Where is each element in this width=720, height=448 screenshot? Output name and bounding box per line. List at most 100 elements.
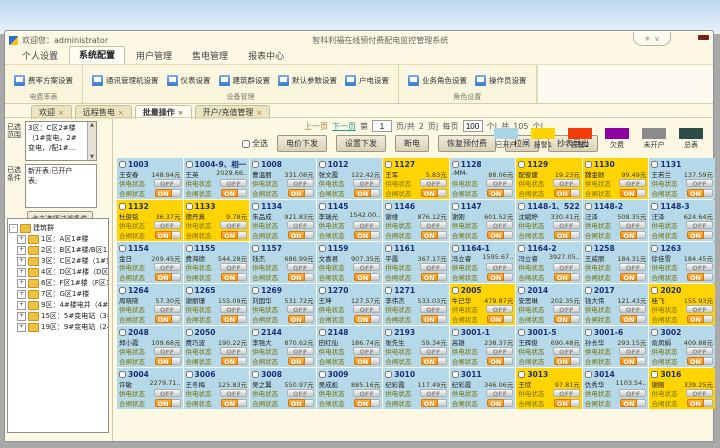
switch-toggle[interactable]: ON [288, 189, 314, 197]
next-page-link[interactable]: 下一页 [332, 121, 356, 132]
supply-off-button[interactable]: OFF [287, 263, 314, 271]
switch-toggle[interactable]: ON [620, 399, 646, 407]
card-checkbox[interactable] [119, 161, 126, 168]
switch-off-segment[interactable] [172, 315, 181, 323]
switch-on-button[interactable]: ON [288, 231, 305, 239]
meter-card-1263[interactable]: 1263徐佳雪184.45元供电状态OFF合闸状态ON [649, 242, 715, 283]
supply-off-button[interactable]: OFF [619, 389, 646, 397]
card-checkbox[interactable] [452, 161, 459, 168]
switch-off-segment[interactable] [172, 273, 181, 281]
ribbon-button-通讯管理机设置[interactable]: 通讯管理机设置 [88, 75, 163, 86]
switch-on-button[interactable]: ON [155, 231, 172, 239]
meter-card-1157[interactable]: 1157钱杰686.99元供电状态OFF合闸状态ON [250, 242, 316, 283]
card-checkbox[interactable] [186, 329, 193, 336]
card-checkbox[interactable] [319, 371, 326, 378]
card-checkbox[interactable] [252, 329, 259, 336]
supply-off-button[interactable]: OFF [353, 263, 380, 271]
switch-toggle[interactable]: ON [421, 315, 447, 323]
switch-on-button[interactable]: ON [155, 357, 172, 365]
card-checkbox[interactable] [651, 329, 658, 336]
card-checkbox[interactable] [385, 287, 392, 294]
switch-on-button[interactable]: ON [554, 315, 571, 323]
card-checkbox[interactable] [651, 203, 658, 210]
switch-toggle[interactable]: ON [487, 273, 513, 281]
card-checkbox[interactable] [452, 203, 459, 210]
supply-off-button[interactable]: OFF [553, 221, 580, 229]
supply-off-button[interactable]: OFF [553, 179, 580, 187]
card-checkbox[interactable] [319, 203, 326, 210]
switch-on-button[interactable]: ON [687, 315, 704, 323]
menu-item-用户管理[interactable]: 用户管理 [127, 48, 181, 64]
menu-item-系统配置[interactable]: 系统配置 [69, 46, 125, 64]
card-checkbox[interactable] [119, 287, 126, 294]
switch-off-segment[interactable] [704, 315, 713, 323]
switch-toggle[interactable]: ON [288, 315, 314, 323]
meter-card-1148-2[interactable]: 1148-2汪泽508.35元供电状态OFF合闸状态ON [583, 200, 649, 241]
switch-on-button[interactable]: ON [354, 315, 371, 323]
supply-off-button[interactable]: OFF [287, 179, 314, 187]
meter-card-1131[interactable]: 1131王若兰137.59元供电状态OFF合闸状态ON [649, 158, 715, 199]
card-checkbox[interactable] [518, 329, 525, 336]
meter-card-1161[interactable]: 1161平霞367.17元供电状态OFF合闸状态ON [383, 242, 449, 283]
card-checkbox[interactable] [119, 245, 126, 252]
supply-off-button[interactable]: OFF [553, 305, 580, 313]
switch-toggle[interactable]: ON [554, 273, 580, 281]
supply-off-button[interactable]: OFF [553, 347, 580, 355]
switch-toggle[interactable]: ON [687, 231, 713, 239]
supply-off-button[interactable]: OFF [420, 179, 447, 187]
card-checkbox[interactable] [518, 161, 525, 168]
card-checkbox[interactable] [452, 371, 459, 378]
switch-on-button[interactable]: ON [687, 357, 704, 365]
supply-off-button[interactable]: OFF [287, 305, 314, 313]
switch-off-segment[interactable] [637, 231, 646, 239]
card-checkbox[interactable] [252, 287, 259, 294]
switch-toggle[interactable]: ON [155, 273, 181, 281]
card-checkbox[interactable] [452, 245, 459, 252]
meter-card-1127[interactable]: 1127王军5.83元供电状态OFF合闸状态ON [383, 158, 449, 199]
switch-toggle[interactable]: ON [354, 315, 380, 323]
supply-off-button[interactable]: OFF [420, 389, 447, 397]
supply-off-button[interactable]: OFF [420, 221, 447, 229]
switch-toggle[interactable]: ON [687, 399, 713, 407]
switch-toggle[interactable]: ON [620, 231, 646, 239]
meter-card-1128[interactable]: 1128-MM-88.06元供电状态OFF合闸状态ON [450, 158, 516, 199]
card-checkbox[interactable] [585, 161, 592, 168]
meter-card-1159[interactable]: 1159文喜君907.35元供电状态OFF合闸状态ON [317, 242, 383, 283]
switch-toggle[interactable]: ON [221, 357, 247, 365]
switch-toggle[interactable]: ON [421, 273, 447, 281]
listbox-scrollbar[interactable]: ▲▼ [87, 122, 96, 160]
switch-off-segment[interactable] [571, 399, 580, 407]
card-checkbox[interactable] [186, 245, 193, 252]
tree-node-3区[interactable]: +3区：C区2#楼（1#变… [17, 256, 107, 266]
switch-toggle[interactable]: ON [487, 399, 513, 407]
switch-on-button[interactable]: ON [421, 273, 438, 281]
switch-on-button[interactable]: ON [354, 273, 371, 281]
switch-off-segment[interactable] [504, 273, 513, 281]
supply-off-button[interactable]: OFF [420, 263, 447, 271]
switch-on-button[interactable]: ON [221, 399, 238, 407]
switch-off-segment[interactable] [238, 273, 247, 281]
supply-off-button[interactable]: OFF [353, 347, 380, 355]
scroll-down-icon[interactable]: ▼ [90, 154, 94, 160]
expand-icon[interactable]: + [17, 312, 26, 321]
meter-card-1133[interactable]: 1133德丹真9.78元供电状态OFF合闸状态ON [184, 200, 250, 241]
switch-off-segment[interactable] [637, 357, 646, 365]
expand-icon[interactable]: + [17, 323, 26, 332]
switch-on-button[interactable]: ON [288, 315, 305, 323]
supply-off-button[interactable]: OFF [220, 179, 247, 187]
tree-node-2区[interactable]: +2区：B区1#楼/B区1#… [17, 245, 107, 255]
ribbon-button-仪表设置[interactable]: 仪表设置 [163, 75, 215, 86]
switch-toggle[interactable]: ON [354, 399, 380, 407]
switch-off-segment[interactable] [704, 273, 713, 281]
switch-on-button[interactable]: ON [554, 399, 571, 407]
supply-off-button[interactable]: OFF [220, 305, 247, 313]
card-checkbox[interactable] [319, 245, 326, 252]
card-checkbox[interactable] [518, 287, 525, 294]
switch-off-segment[interactable] [438, 357, 447, 365]
tab-close-icon[interactable]: × [256, 109, 262, 117]
meter-card-1264[interactable]: 1264周晓晓57.30元供电状态OFF合闸状态ON [117, 284, 183, 325]
switch-off-segment[interactable] [371, 189, 380, 197]
card-checkbox[interactable] [252, 245, 259, 252]
supply-off-button[interactable]: OFF [287, 221, 314, 229]
card-checkbox[interactable] [452, 329, 459, 336]
